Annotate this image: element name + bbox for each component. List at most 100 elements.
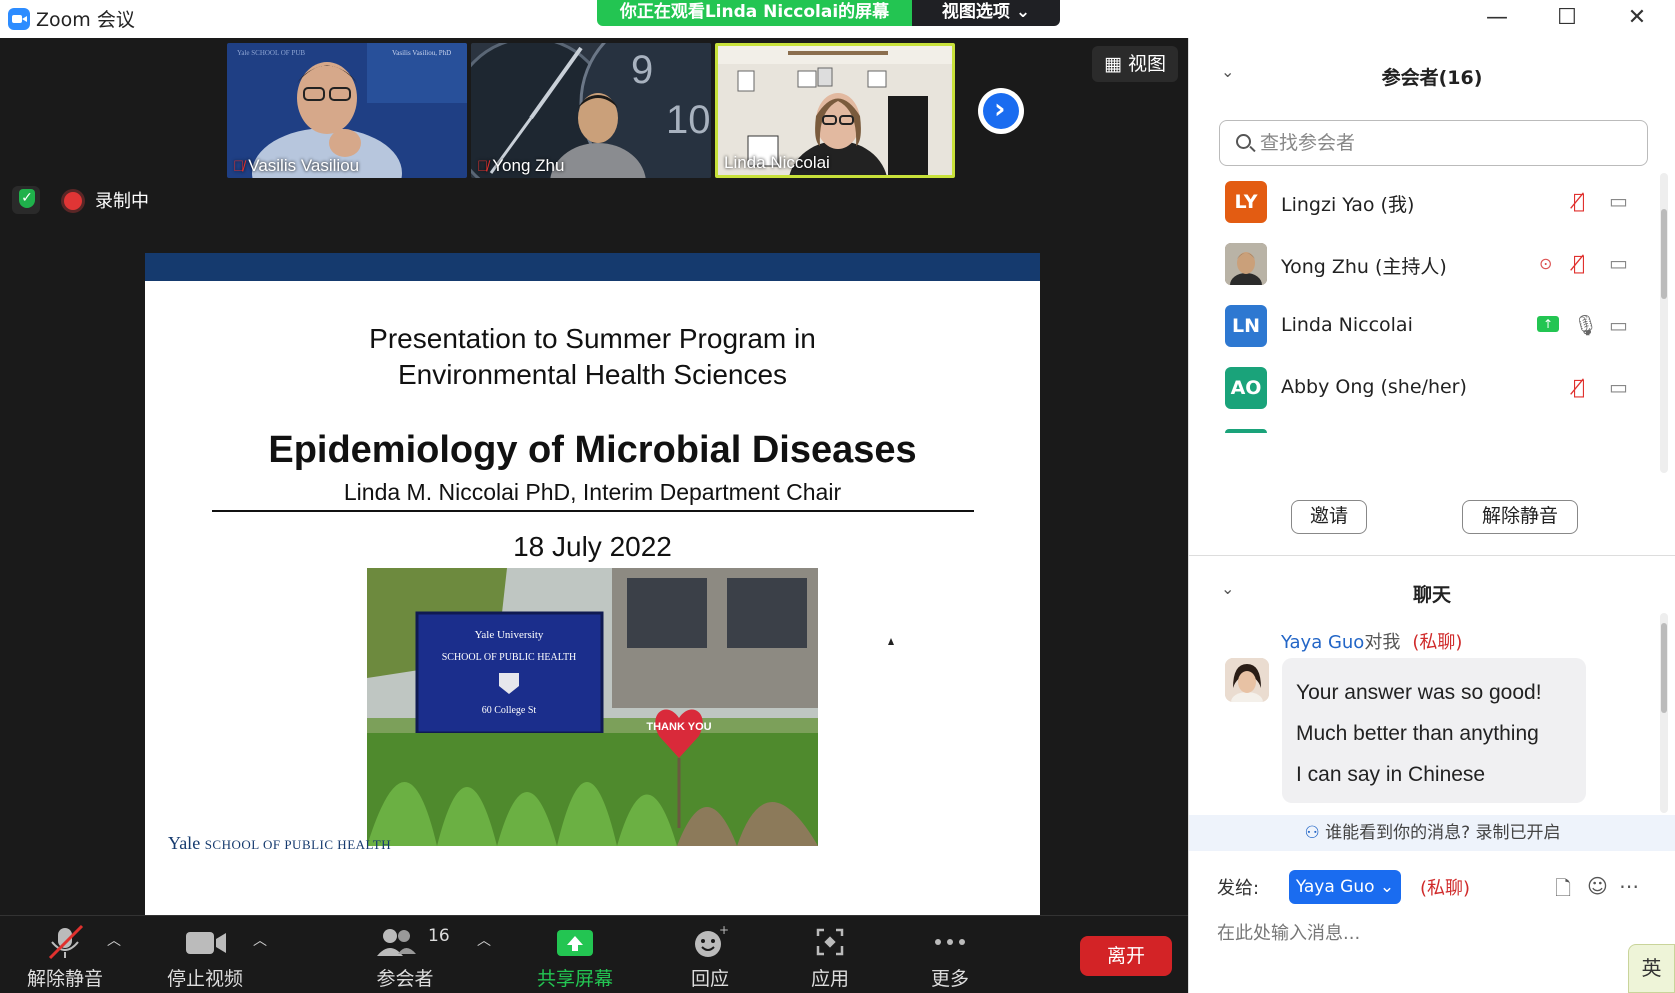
- video-off-icon[interactable]: ▭: [1609, 251, 1628, 275]
- participant-name: Linda Niccolai: [1281, 314, 1413, 336]
- participant-name: Lingzi Yao (我): [1281, 194, 1415, 216]
- sharing-screen-icon: ↑: [1537, 316, 1559, 332]
- video-options-caret-icon[interactable]: ︿: [253, 930, 267, 950]
- unmute-label: 解除静音: [26, 968, 103, 990]
- security-shield-icon[interactable]: [12, 186, 40, 214]
- message-line: Your answer was so good!: [1296, 681, 1542, 704]
- share-screen-icon: [557, 930, 593, 956]
- recording-dot-icon: ⊙: [1539, 254, 1553, 273]
- muted-mic-icon: [48, 924, 84, 960]
- muted-mic-icon[interactable]: 🎙̸: [1573, 189, 1585, 213]
- thumb-label: 🎙̸ Vasilis Vasiliou: [233, 156, 359, 176]
- avatar: [1225, 243, 1267, 285]
- more-dots-icon: [935, 939, 965, 945]
- avatar: LN: [1225, 305, 1267, 347]
- recipient-label: 对我: [1364, 632, 1401, 653]
- minimize-button[interactable]: —: [1477, 4, 1517, 32]
- meeting-toolbar: 解除静音 ︿ 停止视频 ︿ 16 参会者 ︿ 共享屏幕 + 回应 应用 更多 离…: [0, 915, 1188, 993]
- invite-button[interactable]: 邀请: [1291, 500, 1367, 534]
- message-line: I can say in Chinese: [1296, 763, 1486, 786]
- ime-language-indicator[interactable]: 英: [1628, 944, 1675, 993]
- video-thumb-linda-active[interactable]: Linda Niccolai: [715, 43, 955, 178]
- slide-header-bar: [145, 253, 1040, 281]
- apps-icon: [816, 928, 844, 956]
- participants-button[interactable]: 16 参会者: [350, 916, 460, 993]
- footer-school: SCHOOL OF PUBLIC HEALTH: [204, 837, 392, 852]
- notice-text: 谁能看到你的消息? 录制已开启: [1325, 823, 1561, 843]
- grid-icon: ▦: [1103, 53, 1128, 75]
- chat-panel-title: 聊天: [1412, 584, 1451, 606]
- unmute-all-button[interactable]: 解除静音: [1462, 500, 1578, 534]
- camera-icon: [186, 932, 226, 954]
- slide-title: Epidemiology of Microbial Diseases: [268, 429, 917, 471]
- emoji-icon[interactable]: ☺: [1587, 874, 1608, 898]
- participant-row[interactable]: AO Abby Ong (she/her) 🎙̸ ▭: [1189, 358, 1659, 420]
- chat-message-input[interactable]: [1217, 916, 1657, 950]
- view-options-button[interactable]: 视图选项 ⌄: [912, 0, 1060, 26]
- svg-text:+: +: [719, 924, 729, 937]
- participant-row[interactable]: LY Lingzi Yao (我) 🎙̸ ▭: [1189, 172, 1659, 234]
- participants-scrollbar[interactable]: [1660, 173, 1668, 473]
- participant-name: Yong Zhu (主持人): [1281, 256, 1447, 278]
- recording-icon: [64, 192, 82, 210]
- more-button[interactable]: 更多: [895, 916, 1005, 993]
- muted-mic-icon[interactable]: 🎙̸: [1573, 375, 1585, 399]
- apps-button[interactable]: 应用: [775, 916, 885, 993]
- view-button[interactable]: ▦ 视图: [1092, 46, 1178, 82]
- footer-yale: Yale: [168, 833, 201, 853]
- video-off-icon[interactable]: ▭: [1609, 313, 1628, 337]
- unmute-options-caret-icon[interactable]: ︿: [107, 930, 121, 950]
- heart-text: THANK YOU: [646, 721, 711, 733]
- share-screen-button[interactable]: 共享屏幕: [520, 916, 630, 993]
- leave-meeting-button[interactable]: 离开: [1080, 936, 1172, 976]
- participants-options-caret-icon[interactable]: ︿: [477, 930, 491, 950]
- slide-photo: Yale University SCHOOL OF PUBLIC HEALTH …: [367, 568, 818, 846]
- stop-video-button[interactable]: 停止视频: [150, 916, 260, 993]
- participant-name: Abby Ong (she/her): [1281, 376, 1467, 398]
- maximize-button[interactable]: ☐: [1547, 4, 1587, 32]
- apps-label: 应用: [810, 968, 849, 990]
- mic-icon[interactable]: 🎙: [1573, 313, 1598, 337]
- participant-row[interactable]: Yong Zhu (主持人) ⊙ 🎙̸ ▭: [1189, 234, 1659, 296]
- next-avatar-peek: [1225, 429, 1267, 433]
- close-button[interactable]: ✕: [1617, 4, 1657, 32]
- chat-visibility-notice[interactable]: ⚇ 谁能看到你的消息? 录制已开启: [1189, 815, 1675, 851]
- slide-divider: [212, 510, 974, 512]
- file-icon[interactable]: 🗋: [1555, 874, 1571, 908]
- video-strip: Yale SCHOOL OF PUB Vasilis Vasiliou, PhD…: [0, 38, 1188, 253]
- arrow-glyph: ›: [994, 92, 1006, 125]
- next-page-arrow-icon[interactable]: ›: [978, 88, 1024, 134]
- send-to-dropdown[interactable]: Yaya Guo ⌄: [1289, 870, 1401, 904]
- slide-footer-logo: Yale SCHOOL OF PUBLIC HEALTH: [168, 833, 391, 854]
- recording-label: 录制中: [95, 191, 149, 212]
- participant-name: Yong Zhu: [492, 156, 565, 175]
- sender-name[interactable]: Yaya Guo: [1281, 632, 1364, 653]
- participant-name: Vasilis Vasiliou: [248, 156, 360, 175]
- video-off-icon[interactable]: ▭: [1609, 189, 1628, 213]
- more-label: 更多: [930, 968, 969, 990]
- svg-text:Vasilis Vasiliou, PhD: Vasilis Vasiliou, PhD: [392, 49, 451, 57]
- slide-subtitle-line1: Presentation to Summer Program in: [369, 323, 816, 354]
- reactions-label: 回应: [690, 968, 729, 990]
- chat-scrollbar[interactable]: [1660, 613, 1668, 813]
- more-options-icon[interactable]: ⋯: [1619, 874, 1639, 898]
- chat-sender-line: Yaya Guo对我 (私聊): [1281, 628, 1462, 654]
- video-off-icon[interactable]: ▭: [1609, 375, 1628, 399]
- meeting-area: Yale SCHOOL OF PUB Vasilis Vasiliou, PhD…: [0, 38, 1188, 915]
- sign-text-1: Yale University: [475, 629, 544, 641]
- reactions-button[interactable]: + 回应: [655, 916, 765, 993]
- send-private-tag: (私聊): [1420, 878, 1471, 899]
- sign-text-2: SCHOOL OF PUBLIC HEALTH: [442, 652, 577, 663]
- unmute-button[interactable]: 解除静音: [10, 916, 120, 993]
- chat-message-bubble: Your answer was so good! Much better tha…: [1282, 658, 1586, 803]
- participant-search-input[interactable]: [1260, 129, 1640, 157]
- smiley-reaction-icon: +: [695, 924, 729, 957]
- send-to-label: 发给:: [1217, 878, 1260, 899]
- muted-mic-icon[interactable]: 🎙̸: [1573, 251, 1585, 275]
- mouse-cursor: [888, 638, 894, 645]
- video-thumb-yong[interactable]: 9 10 🎙̸ Yong Zhu: [471, 43, 711, 178]
- participant-search-box[interactable]: [1219, 120, 1648, 166]
- video-thumb-vasilis[interactable]: Yale SCHOOL OF PUB Vasilis Vasiliou, PhD…: [227, 43, 467, 178]
- participant-row[interactable]: LN Linda Niccolai ↑ 🎙 ▭: [1189, 296, 1659, 358]
- thumb-label: 🎙̸ Yong Zhu: [477, 156, 564, 176]
